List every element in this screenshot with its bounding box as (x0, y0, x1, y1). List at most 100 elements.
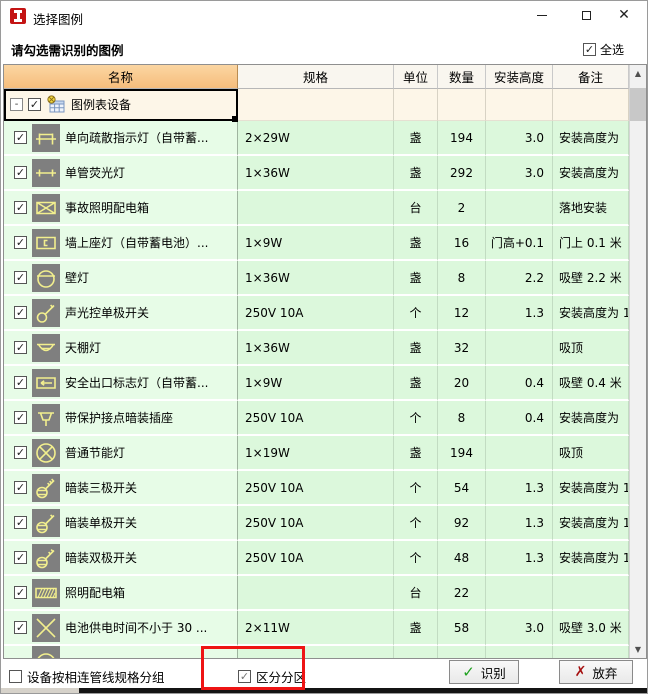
table-row[interactable] (4, 646, 629, 658)
column-header-remark[interactable]: 备注 (553, 65, 629, 89)
row-unit-cell: 盏 (394, 436, 438, 471)
row-name-label: 安全出口标志灯（自带蓄... (65, 374, 208, 391)
row-spec-cell: 1×9W (238, 366, 394, 401)
row-name-label: 电池供电时间不小于 30 ... (65, 619, 207, 636)
table-row[interactable]: 普通节能灯 1×19W 盏 194 吸顶 (4, 436, 629, 471)
row-remark-cell: 吸壁 0.4 米 (553, 366, 629, 401)
abandon-button[interactable]: ✗ 放弃 (559, 660, 633, 684)
row-name-cell: 墙上座灯（自带蓄电池）... (4, 226, 238, 261)
row-spec-cell: 250V 10A (238, 296, 394, 331)
column-header-spec[interactable]: 规格 (238, 65, 394, 89)
row-spec-cell: 250V 10A (238, 506, 394, 541)
row-name-cell: 声光控单极开关 (4, 296, 238, 331)
select-legend-dialog: 选择图例 ✕ 请勾选需识别的图例 全选 名称 规格 单位 数量 安装高度 备注 … (0, 0, 648, 694)
column-header-height[interactable]: 安装高度 (486, 65, 553, 89)
scrollbar-thumb[interactable] (630, 88, 646, 121)
scrollbar-track[interactable] (630, 82, 646, 641)
table-row[interactable]: 单向疏散指示灯（自带蓄... 2×29W 盏 194 3.0 安装高度为 (4, 121, 629, 156)
row-height-cell (486, 576, 553, 611)
row-checkbox[interactable] (14, 376, 27, 389)
row-checkbox[interactable] (14, 411, 27, 424)
row-spec-cell: 1×36W (238, 261, 394, 296)
partition-checkbox-box[interactable] (238, 670, 251, 683)
group-by-pipe-checkbox-box[interactable] (9, 670, 22, 683)
row-unit-cell: 盏 (394, 366, 438, 401)
row-height-cell (486, 436, 553, 471)
row-qty-cell: 2 (438, 191, 486, 226)
legend-symbol-icon (32, 369, 60, 397)
maximize-button[interactable] (569, 3, 603, 27)
table-row[interactable]: 照明配电箱 台 22 (4, 576, 629, 611)
row-checkbox[interactable] (14, 621, 27, 634)
row-checkbox[interactable] (14, 516, 27, 529)
scroll-up-icon[interactable]: ▲ (630, 65, 646, 82)
vertical-scrollbar[interactable]: ▲ ▼ (629, 65, 646, 658)
select-all-checkbox[interactable]: 全选 (583, 41, 624, 58)
recognize-button[interactable]: ✓ 识别 (449, 660, 519, 684)
collapse-toggle-icon[interactable]: - (10, 98, 23, 111)
row-checkbox[interactable] (14, 166, 27, 179)
row-height-cell: 3.0 (486, 611, 553, 646)
group-row-legend-equipment[interactable]: - 图例表设备 (4, 89, 629, 121)
row-spec-cell: 1×9W (238, 226, 394, 261)
row-name-cell: 暗装双极开关 (4, 541, 238, 576)
table-row[interactable]: 暗装三极开关 250V 10A 个 54 1.3 安装高度为 1 (4, 471, 629, 506)
table-row[interactable]: 暗装双极开关 250V 10A 个 48 1.3 安装高度为 1 (4, 541, 629, 576)
row-checkbox[interactable] (14, 586, 27, 599)
column-header-name[interactable]: 名称 (4, 65, 238, 89)
row-checkbox[interactable] (14, 131, 27, 144)
partition-checkbox[interactable]: 区分分区 (238, 667, 306, 686)
row-name-cell: 单管荧光灯 (4, 156, 238, 191)
row-height-cell: 1.3 (486, 296, 553, 331)
row-checkbox[interactable] (14, 481, 27, 494)
row-remark-cell: 安装高度为 1 (553, 506, 629, 541)
table-row[interactable]: 壁灯 1×36W 盏 8 2.2 吸壁 2.2 米 (4, 261, 629, 296)
row-name-cell: 普通节能灯 (4, 436, 238, 471)
legend-symbol-icon (32, 404, 60, 432)
row-name-label: 带保护接点暗装插座 (65, 409, 173, 426)
recognize-label: 识别 (481, 663, 506, 682)
column-header-unit[interactable]: 单位 (394, 65, 438, 89)
select-all-checkbox-box[interactable] (583, 43, 596, 56)
row-qty-cell: 58 (438, 611, 486, 646)
row-checkbox[interactable] (14, 551, 27, 564)
table-row[interactable]: 墙上座灯（自带蓄电池）... 1×9W 盏 16 门高+0.1 门上 0.1 米 (4, 226, 629, 261)
scroll-down-icon[interactable]: ▼ (630, 641, 646, 658)
abandon-label: 放弃 (592, 663, 617, 682)
table-row[interactable]: 事故照明配电箱 台 2 落地安装 (4, 191, 629, 226)
row-spec-cell (238, 576, 394, 611)
table-row[interactable]: 带保护接点暗装插座 250V 10A 个 8 0.4 安装高度为 (4, 401, 629, 436)
row-checkbox[interactable] (14, 271, 27, 284)
minimize-button[interactable] (525, 3, 559, 27)
row-name-cell: 带保护接点暗装插座 (4, 401, 238, 436)
row-checkbox[interactable] (14, 306, 27, 319)
x-icon: ✗ (575, 664, 587, 680)
table-row[interactable]: 电池供电时间不小于 30 ... 2×11W 盏 58 3.0 吸壁 3.0 米 (4, 611, 629, 646)
row-checkbox[interactable] (14, 201, 27, 214)
legend-symbol-icon (32, 614, 60, 642)
table-row[interactable]: 天棚灯 1×36W 盏 32 吸顶 (4, 331, 629, 366)
close-button[interactable]: ✕ (607, 3, 641, 27)
group-by-pipe-checkbox[interactable]: 设备按相连管线规格分组 (9, 667, 165, 686)
table-row[interactable]: 单管荧光灯 1×36W 盏 292 3.0 安装高度为 (4, 156, 629, 191)
legend-symbol-icon (32, 474, 60, 502)
column-header-qty[interactable]: 数量 (438, 65, 486, 89)
row-name-cell: 天棚灯 (4, 331, 238, 366)
row-unit-cell: 盏 (394, 121, 438, 156)
row-remark-cell: 吸顶 (553, 331, 629, 366)
group-checkbox[interactable] (28, 98, 41, 111)
table-row[interactable]: 暗装单极开关 250V 10A 个 92 1.3 安装高度为 1 (4, 506, 629, 541)
row-checkbox[interactable] (14, 236, 27, 249)
row-name-cell: 事故照明配电箱 (4, 191, 238, 226)
table-row[interactable]: 安全出口标志灯（自带蓄... 1×9W 盏 20 0.4 吸壁 0.4 米 (4, 366, 629, 401)
row-unit-cell: 盏 (394, 261, 438, 296)
row-qty-cell: 8 (438, 401, 486, 436)
row-checkbox[interactable] (14, 341, 27, 354)
row-checkbox[interactable] (14, 446, 27, 459)
row-spec-cell: 1×36W (238, 156, 394, 191)
row-spec-cell: 1×36W (238, 331, 394, 366)
row-height-cell (486, 646, 553, 658)
group-row-name-cell[interactable]: - 图例表设备 (4, 89, 238, 121)
table-row[interactable]: 声光控单极开关 250V 10A 个 12 1.3 安装高度为 1 (4, 296, 629, 331)
selection-handle[interactable] (232, 116, 238, 122)
